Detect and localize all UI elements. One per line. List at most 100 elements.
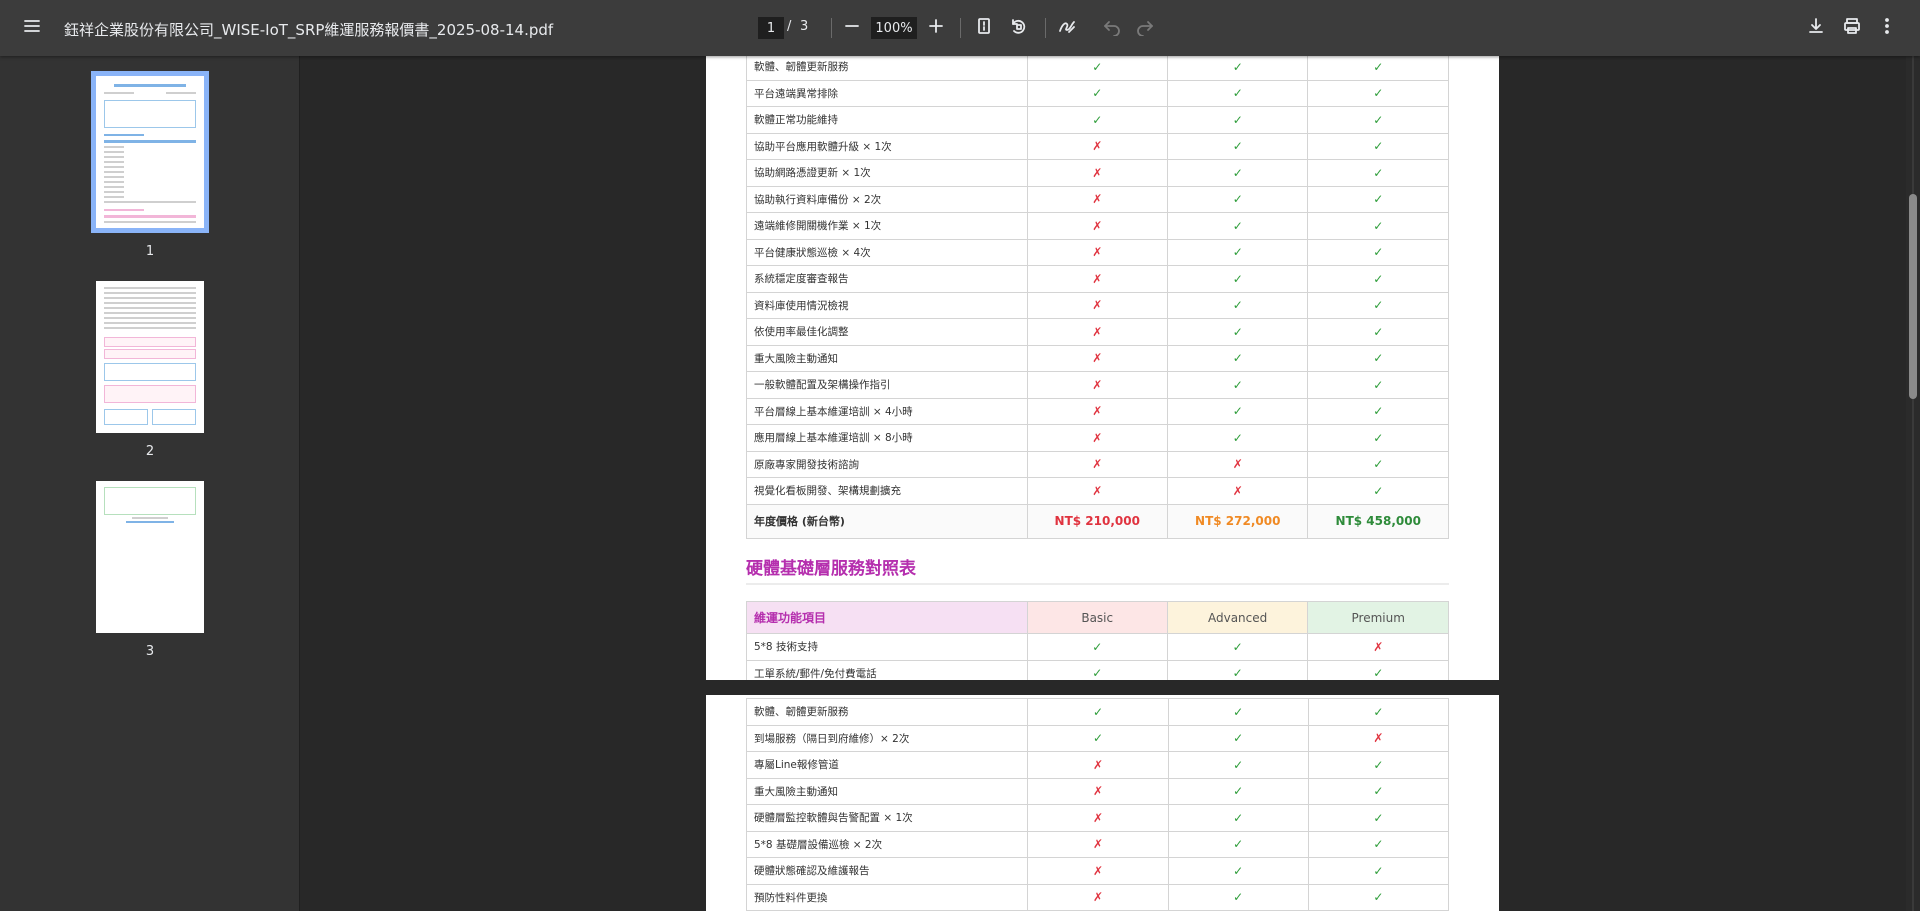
premium-price: NT$ 458,000 <box>1307 503 1449 539</box>
page-thumbnail-1[interactable] <box>91 71 209 233</box>
thumbnail-label-3: 3 <box>145 644 155 659</box>
row-item-label: 資料庫使用情況檢視 <box>746 291 1028 319</box>
row-item-label: 預防性料件更換 <box>745 883 1029 911</box>
zoom-input[interactable] <box>871 17 917 39</box>
advanced-cell: ✓ <box>1166 318 1309 346</box>
basic-cell: ✗ <box>1027 777 1169 805</box>
zoom-out-icon <box>842 16 862 40</box>
premium-cell: ✓ <box>1307 265 1449 293</box>
row-item-label: 硬體層監控軟體與告警配置 × 1次 <box>745 804 1029 832</box>
basic-cell: ✗ <box>1026 291 1169 319</box>
document-title: 鈺祥企業股份有限公司_WISE-IoT_SRP維運服務報價書_2025-08-1… <box>64 21 554 39</box>
header-basic: Basic <box>1026 601 1168 634</box>
rotate-button[interactable] <box>1000 10 1036 46</box>
basic-cell: ✗ <box>1026 371 1169 399</box>
table-row: 5*8 基礎層設備巡檢 × 2次 ✗ ✓ ✓ <box>745 830 1450 858</box>
advanced-cell: ✓ <box>1166 397 1309 425</box>
zoom-in-icon <box>926 16 946 40</box>
table-row: 資料庫使用情況檢視 ✗ ✓ ✓ <box>746 291 1449 319</box>
row-item-label: 協助網路憑證更新 × 1次 <box>746 159 1028 187</box>
redo-button[interactable] <box>1127 10 1163 46</box>
undo-button[interactable] <box>1094 10 1130 46</box>
row-item-label: 應用層線上基本維運培訓 × 8小時 <box>746 424 1028 452</box>
scrollbar-thumb[interactable] <box>1909 194 1917 399</box>
pdf-page-1: 軟體、韌體更新服務 ✓ ✓ ✓ 平台遠端異常排除 ✓ ✓ ✓ 軟體正常功能維持 ✓ ✓ ✓ 協助平台應用… <box>706 56 1499 680</box>
menu-icon <box>22 16 42 40</box>
row-item-label: 重大風險主動通知 <box>745 777 1029 805</box>
price-label: 年度價格 (新台幣) <box>746 503 1028 539</box>
row-item-label: 軟體、韌體更新服務 <box>746 56 1028 81</box>
advanced-cell: ✗ <box>1166 477 1309 505</box>
advanced-cell: ✓ <box>1166 371 1309 399</box>
advanced-price: NT$ 272,000 <box>1166 503 1309 539</box>
table-row: 平台遠端異常排除 ✓ ✓ ✓ <box>746 79 1449 107</box>
premium-cell: ✓ <box>1307 450 1449 478</box>
table-row: 平台層線上基本維運培訓 × 4小時 ✗ ✓ ✓ <box>746 397 1449 425</box>
basic-cell: ✗ <box>1026 212 1169 240</box>
advanced-cell: ✓ <box>1166 659 1309 680</box>
software-service-table: 軟體、韌體更新服務 ✓ ✓ ✓ 平台遠端異常排除 ✓ ✓ ✓ 軟體正常功能維持 ✓ ✓ ✓ 協助平台應用… <box>746 56 1449 539</box>
advanced-cell: ✓ <box>1167 830 1309 858</box>
basic-cell: ✗ <box>1026 185 1169 213</box>
row-item-label: 重大風險主動通知 <box>746 344 1028 372</box>
rotate-icon <box>1008 16 1028 40</box>
advanced-cell: ✗ <box>1166 450 1309 478</box>
premium-cell: ✓ <box>1307 185 1449 213</box>
advanced-cell: ✓ <box>1166 132 1309 160</box>
premium-cell: ✓ <box>1307 659 1449 680</box>
premium-cell: ✓ <box>1307 777 1450 805</box>
print-icon <box>1842 16 1862 40</box>
print-button[interactable] <box>1834 10 1870 46</box>
annual-price-row: 年度價格 (新台幣) NT$ 210,000 NT$ 272,000 NT$ 458,… <box>746 503 1449 539</box>
basic-cell: ✓ <box>1026 633 1168 661</box>
section-divider <box>746 583 1449 585</box>
thumbnail-label-2: 2 <box>145 444 155 459</box>
table-row: 軟體、韌體更新服務 ✓ ✓ ✓ <box>745 698 1450 726</box>
advanced-cell: ✓ <box>1166 265 1309 293</box>
premium-cell: ✓ <box>1307 371 1449 399</box>
basic-cell: ✗ <box>1026 344 1169 372</box>
advanced-cell: ✓ <box>1166 159 1309 187</box>
document-viewer[interactable]: 軟體、韌體更新服務 ✓ ✓ ✓ 平台遠端異常排除 ✓ ✓ ✓ 軟體正常功能維持 ✓ ✓ ✓ 協助平台應用… <box>300 56 1906 911</box>
advanced-cell: ✓ <box>1166 56 1309 81</box>
page-number-input[interactable] <box>758 17 784 39</box>
premium-cell: ✓ <box>1307 698 1450 726</box>
more-actions-button[interactable] <box>1869 10 1905 46</box>
toolbar-divider <box>831 18 832 38</box>
vertical-scrollbar[interactable] <box>1906 56 1920 911</box>
basic-cell: ✓ <box>1026 56 1169 81</box>
page-total: 3 <box>800 19 809 34</box>
table-row: 視覺化看板開發、架構規劃擴充 ✗ ✗ ✓ <box>746 477 1449 505</box>
page-separator: / <box>787 19 792 34</box>
annotate-button[interactable] <box>1049 10 1085 46</box>
row-item-label: 依使用率最佳化調整 <box>746 318 1028 346</box>
premium-cell: ✓ <box>1307 79 1449 107</box>
table-row: 到場服務（隔日到府維修）× 2次 ✓ ✓ ✗ <box>745 724 1450 752</box>
fit-page-button[interactable] <box>966 10 1002 46</box>
page-thumbnail-2[interactable] <box>96 281 204 433</box>
table-row: 一般軟體配置及架構操作指引 ✗ ✓ ✓ <box>746 371 1449 399</box>
zoom-out-button[interactable] <box>834 10 870 46</box>
menu-button[interactable] <box>14 10 50 46</box>
table-row: 預防性料件更換 ✗ ✓ ✓ <box>745 883 1450 911</box>
advanced-cell: ✓ <box>1166 238 1309 266</box>
basic-cell: ✗ <box>1026 132 1169 160</box>
premium-cell: ✓ <box>1307 212 1449 240</box>
table-row: 軟體正常功能維持 ✓ ✓ ✓ <box>746 106 1449 134</box>
table-row: 協助平台應用軟體升級 × 1次 ✗ ✓ ✓ <box>746 132 1449 160</box>
basic-cell: ✓ <box>1026 106 1169 134</box>
table-row: 5*8 技術支持 ✓ ✓ ✗ <box>746 633 1449 661</box>
zoom-in-button[interactable] <box>918 10 954 46</box>
header-advanced: Advanced <box>1166 601 1309 634</box>
row-item-label: 硬體狀態確認及維護報告 <box>745 857 1029 885</box>
advanced-cell: ✓ <box>1166 106 1309 134</box>
page-thumbnail-3[interactable] <box>96 481 204 633</box>
download-button[interactable] <box>1798 10 1834 46</box>
basic-cell: ✗ <box>1027 751 1169 779</box>
basic-price: NT$ 210,000 <box>1026 503 1169 539</box>
row-item-label: 原廠專家開發技術諮詢 <box>746 450 1028 478</box>
advanced-cell: ✓ <box>1166 633 1309 661</box>
table-row: 硬體狀態確認及維護報告 ✗ ✓ ✓ <box>745 857 1450 885</box>
thumbnail-sidebar: 1 2 3 <box>0 56 300 911</box>
more-icon <box>1877 16 1897 40</box>
